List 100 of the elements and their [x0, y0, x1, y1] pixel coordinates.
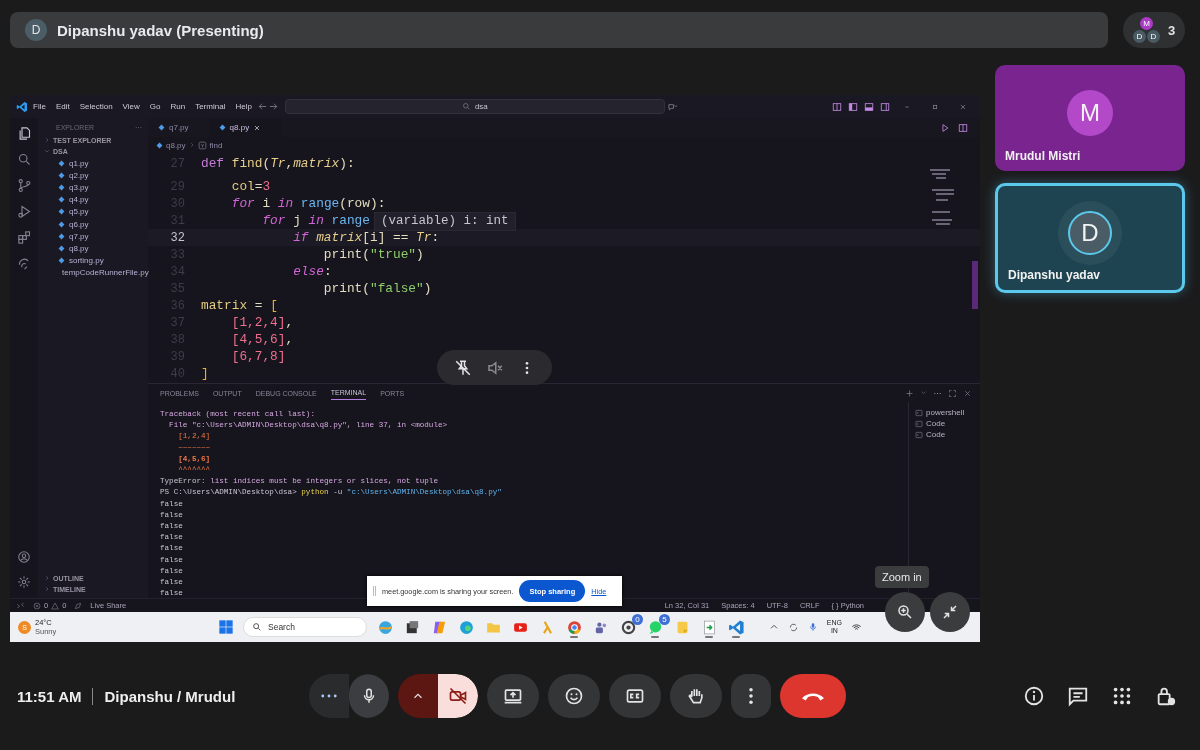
raise-hand-button[interactable] [670, 674, 723, 718]
present-button[interactable] [487, 674, 540, 718]
run-icon[interactable] [940, 122, 950, 133]
apps-grid-button[interactable] [1111, 685, 1133, 707]
widgets-icon[interactable] [376, 618, 394, 636]
info-icon [1023, 685, 1045, 707]
function-icon [197, 140, 207, 150]
plus-icon[interactable] [905, 388, 914, 398]
windows-start-icon[interactable] [218, 619, 234, 635]
sidebar-icon[interactable] [880, 101, 890, 112]
forward-arrow-icon[interactable] [267, 101, 279, 112]
avatar: D [1133, 30, 1146, 43]
microphone-icon[interactable] [807, 622, 818, 632]
maximize-icon[interactable] [948, 388, 957, 398]
search-icon[interactable] [16, 152, 32, 167]
run-debug-icon[interactable] [16, 204, 32, 219]
muted-speaker-icon[interactable] [486, 358, 505, 377]
line-number: 32 [169, 230, 186, 245]
menu-item[interactable]: View [117, 102, 145, 111]
close-icon[interactable] [963, 388, 972, 398]
explorer-entry[interactable]: sorting.py [38, 254, 148, 267]
taskbar-search-field[interactable]: Search [243, 617, 367, 637]
camera-options-button[interactable] [398, 674, 439, 718]
live-share-icon [74, 601, 83, 610]
menu-item[interactable]: Run [165, 102, 191, 111]
explorer-entry[interactable]: tempCodeRunnerFile.py [38, 266, 148, 279]
branch-icon[interactable] [16, 178, 32, 193]
terminal-item[interactable]: Code [909, 430, 980, 439]
breadcrumb-item[interactable]: q8.py [166, 140, 186, 150]
command-center-field[interactable]: dsa [284, 99, 665, 114]
participant-tile[interactable]: D Dipanshu yadav [995, 183, 1185, 293]
menu-item[interactable]: Help [230, 102, 257, 111]
hover-tooltip: (variable) i: int [374, 212, 516, 231]
chat-button[interactable] [1067, 685, 1089, 707]
explorer-entry[interactable]: q7.py [38, 230, 148, 243]
python-file-icon [158, 124, 165, 131]
unpin-icon[interactable] [454, 358, 473, 377]
chevron-up-icon[interactable] [768, 622, 779, 632]
back-arrow-icon[interactable] [256, 101, 268, 112]
vscode-logo-icon [16, 100, 28, 113]
collapse-button[interactable] [930, 592, 970, 632]
sync-icon[interactable] [787, 621, 799, 633]
editor-tab[interactable]: q7.py [148, 118, 209, 137]
menu-item[interactable]: File [28, 102, 51, 111]
leave-call-button[interactable] [780, 674, 847, 718]
menu-item[interactable]: Edit [50, 102, 75, 111]
code-line: col=3 [230, 179, 271, 194]
sidebar-icon[interactable] [848, 101, 858, 112]
camera-off-icon [448, 686, 469, 706]
info-button[interactable] [1023, 685, 1045, 707]
explorer-entry[interactable]: q3.py [38, 181, 148, 194]
explorer-entry[interactable]: q5.py [38, 205, 148, 218]
extensions-icon[interactable] [16, 230, 32, 245]
files-icon[interactable] [16, 126, 32, 141]
chat-icon [1067, 685, 1089, 707]
participant-tile[interactable]: M Mrudul Mistri [995, 65, 1185, 171]
menu-item[interactable]: Selection [74, 102, 118, 111]
code-line: if matrix[i] == Tr: [292, 230, 440, 245]
present-screen-icon [503, 686, 524, 706]
code-line: [4,5,6], [230, 332, 294, 347]
more-options-button[interactable] [731, 674, 772, 718]
participants-button[interactable]: M D D 3 [1123, 12, 1185, 48]
layout-icon[interactable] [832, 101, 842, 112]
explorer-entry[interactable]: q8.py [38, 242, 148, 255]
avatar: D [1147, 30, 1160, 43]
scrollbar[interactable] [972, 261, 978, 309]
wifi-icon[interactable] [851, 621, 862, 633]
split-editor-icon[interactable] [958, 122, 968, 133]
error-icon [33, 601, 41, 610]
host-controls-button[interactable] [1155, 685, 1177, 707]
avatar: D [1068, 211, 1112, 255]
menu-item[interactable]: Go [144, 102, 166, 111]
explorer-entry[interactable]: q4.py [38, 193, 148, 206]
account-icon[interactable] [17, 550, 31, 565]
notification-badge: 5 [659, 614, 670, 625]
chrome-icon[interactable] [565, 618, 583, 636]
menu-item[interactable]: Terminal [190, 102, 231, 111]
explorer-entry[interactable]: q2.py [38, 169, 148, 182]
reactions-button[interactable] [548, 674, 601, 718]
microphone-button[interactable] [349, 674, 390, 718]
captions-button[interactable] [609, 674, 662, 718]
breadcrumb-item[interactable]: find [209, 140, 223, 150]
zoom-in-button[interactable] [885, 592, 925, 632]
terminal-icon [915, 408, 923, 417]
vscode-logo-icon[interactable] [727, 618, 745, 636]
zoom-tooltip: Zoom in [875, 566, 929, 588]
edge-icon[interactable] [457, 618, 475, 636]
terminal-item[interactable]: Code [909, 419, 980, 428]
terminal-item[interactable]: powershell [909, 408, 980, 417]
code-line: print("true") [322, 247, 424, 262]
smiley-icon [564, 686, 585, 706]
apps-grid-icon [1111, 685, 1133, 707]
more-vertical-icon [749, 688, 754, 704]
camera-button[interactable] [438, 674, 479, 718]
explorer-entry[interactable]: q6.py [38, 217, 148, 231]
remote-icon[interactable] [16, 256, 32, 271]
explorer-entry[interactable]: q1.py [38, 157, 148, 170]
panel-icon[interactable] [864, 101, 874, 112]
close-icon[interactable] [253, 123, 262, 132]
settings-icon[interactable] [17, 575, 31, 590]
